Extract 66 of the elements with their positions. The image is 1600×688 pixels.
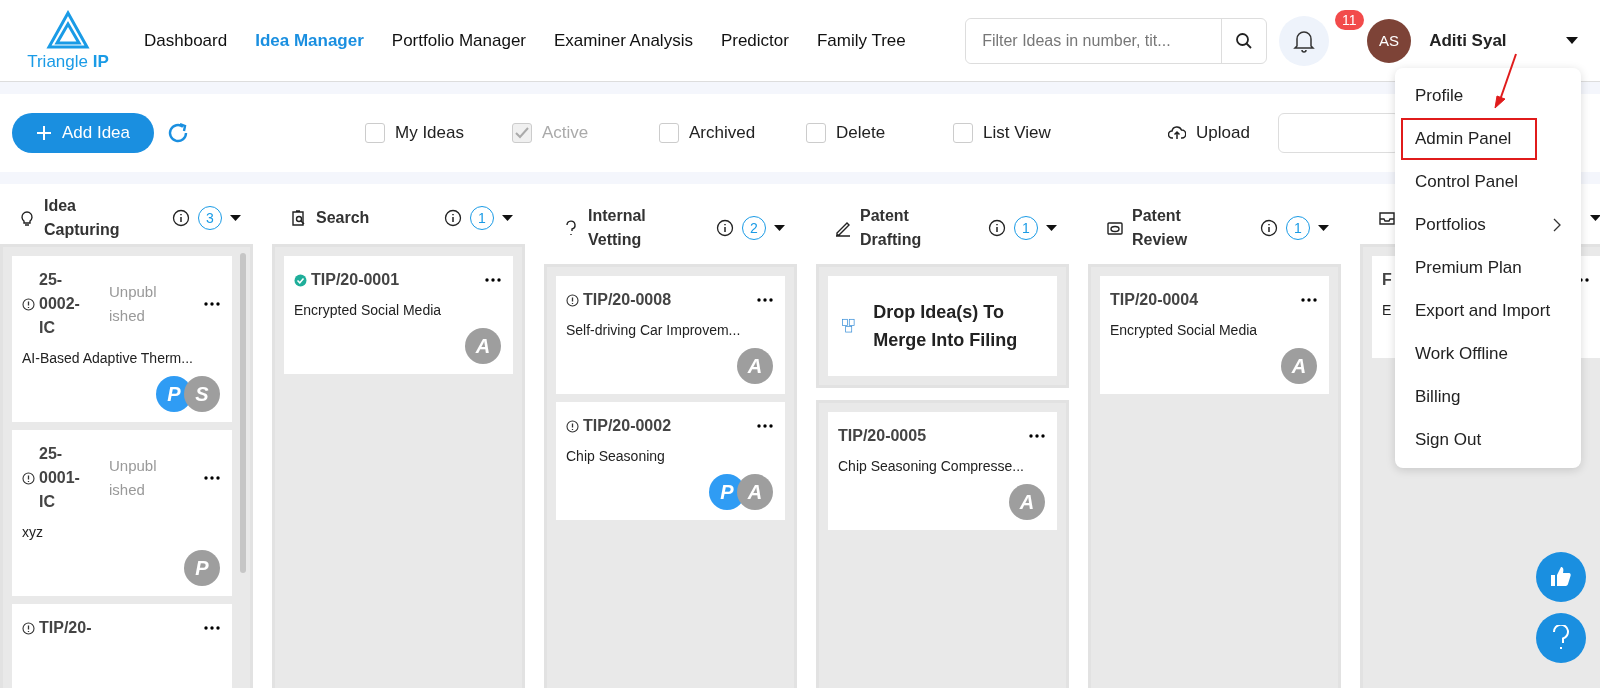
idea-card[interactable]: TIP/20-0004 Encrypted Social Media A (1100, 276, 1329, 394)
drop-zone[interactable]: Drop Idea(s) To Merge Into Filing (816, 264, 1069, 388)
column-title: Internal Vetting (588, 206, 647, 250)
user-avatar: A (465, 328, 501, 364)
user-avatar: P (184, 550, 220, 586)
nav-link[interactable]: Dashboard (144, 30, 228, 51)
idea-number: TIP/20-0002 (583, 416, 672, 436)
idea-number: TIP/20-0004 (1110, 290, 1199, 310)
idea-card[interactable]: 25-0002-IC Unpublished AI-Based Adaptive Therm... P S (12, 256, 232, 422)
column-title: Search (316, 208, 371, 228)
search-field[interactable]: Filter Ideas in number, tit... (965, 17, 1268, 64)
upload-button[interactable]: Upload (1162, 122, 1256, 144)
user-avatar: S (184, 376, 220, 412)
nav-link[interactable]: Family Tree (816, 30, 906, 51)
nav-link[interactable]: Portfolio Manager (391, 30, 526, 51)
menu-item[interactable]: Profile (1401, 75, 1575, 117)
idea-title: xyz (22, 524, 43, 540)
idea-title: Encrypted Social Media (1110, 322, 1258, 338)
filter-label: Delete (836, 123, 886, 143)
user-avatar: A (737, 474, 773, 510)
user-avatar[interactable]: AS (1367, 18, 1412, 63)
menu-item[interactable]: Portfolios (1401, 204, 1575, 246)
idea-title: E (1382, 302, 1392, 318)
idea-title: Encrypted Social Media (294, 302, 442, 318)
idea-title: Chip Seasoning Compresse... (838, 458, 1024, 474)
nav-link[interactable]: Examiner Analysis (554, 30, 693, 51)
idea-card[interactable]: TIP/20-0005 Chip Seasoning Compresse... A (828, 412, 1057, 530)
idea-number: TIP/20- (39, 618, 92, 638)
user-avatar: A (1009, 484, 1045, 520)
column-title: Idea Capturing (44, 196, 121, 240)
idea-number: 25-0002-IC (39, 270, 81, 338)
menu-item[interactable]: Premium Plan (1401, 247, 1575, 289)
menu-item[interactable]: Admin Panel (1401, 118, 1537, 160)
menu-item[interactable]: Work Offline (1401, 333, 1575, 375)
idea-title: Self-driving Car Improvem... (566, 322, 741, 338)
menu-item[interactable]: Sign Out (1401, 419, 1575, 461)
idea-card[interactable]: TIP/20-0001 Encrypted Social Media A (284, 256, 513, 374)
menu-item[interactable]: Billing (1401, 376, 1575, 418)
status-text: Unpublished (109, 456, 158, 500)
idea-title: Chip Seasoning (566, 448, 665, 464)
filter-label: Archived (689, 123, 756, 143)
user-avatar: A (737, 348, 773, 384)
filter-label: Active (542, 123, 589, 143)
idea-title: AI-Based Adaptive Therm... (22, 350, 193, 366)
column-title: Patent Review (1132, 206, 1189, 250)
column-title: Patent Drafting (860, 206, 923, 250)
idea-card[interactable]: TIP/20-0002 Chip Seasoning P A (556, 402, 785, 520)
idea-number: 25-0001-IC (39, 444, 81, 512)
user-avatar: A (1281, 348, 1317, 384)
notification-badge: 11 (1335, 10, 1364, 30)
nav-link[interactable]: Predictor (720, 30, 789, 51)
menu-item[interactable]: Export and Import (1401, 290, 1575, 332)
idea-number: F (1382, 270, 1392, 290)
idea-number: TIP/20-0005 (838, 426, 927, 446)
idea-card[interactable]: TIP/20- (12, 604, 232, 688)
status-text: Unpublished (109, 282, 158, 326)
idea-number: TIP/20-0001 (311, 270, 400, 290)
filter-label: My Ideas (395, 123, 464, 143)
brand-name: Triangle IP (27, 51, 109, 72)
idea-card[interactable]: TIP/20-0008 Self-driving Car Improvem... A (556, 276, 785, 394)
user-name[interactable]: Aditi Syal (1429, 30, 1507, 51)
drop-zone-text: Drop Idea(s) To Merge Into Filing (873, 301, 1019, 352)
idea-number: TIP/20-0008 (583, 290, 672, 310)
menu-item[interactable]: Control Panel (1401, 161, 1575, 203)
filter-label: List View (983, 123, 1051, 143)
idea-card[interactable]: 25-0001-IC Unpublished xyz P (12, 430, 232, 596)
